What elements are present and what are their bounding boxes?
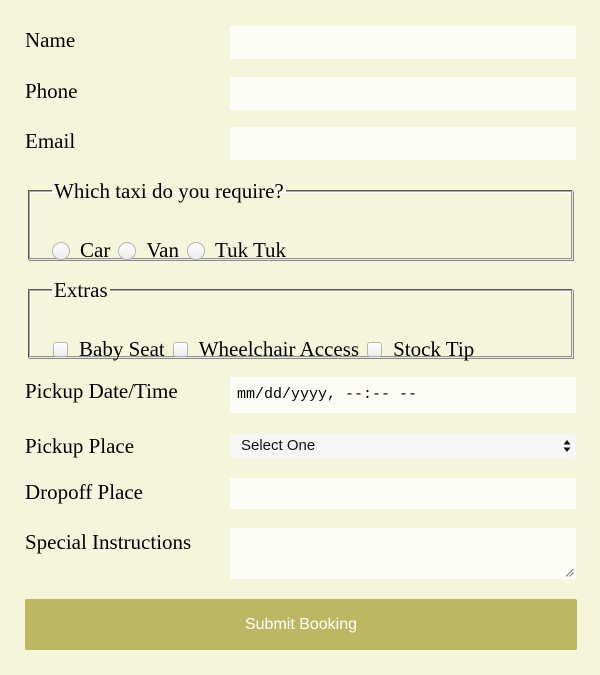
special-instructions-label: Special Instructions [25, 530, 192, 554]
extra-option-stock-tip[interactable]: Stock Tip [367, 337, 474, 362]
checkbox-wheelchair-access[interactable] [172, 342, 188, 357]
extra-option-wheelchair-access[interactable]: Wheelchair Access [172, 337, 360, 362]
taxi-option-tuk-tuk-label: Tuk Tuk [215, 238, 287, 262]
taxi-option-car-label: Car [80, 238, 111, 262]
radio-van[interactable] [118, 241, 137, 260]
name-label: Name [25, 28, 76, 52]
checkbox-baby-seat[interactable] [53, 342, 68, 357]
extras-options: Baby Seat Wheelchair Access Stock Tip [53, 337, 482, 362]
extras-legend: Extras [54, 278, 108, 302]
extras-fieldset: Extras Baby Seat Wheelchair Access Stock… [28, 278, 573, 361]
pickup-datetime-input[interactable]: mm/dd/yyyy, --:-- -- [230, 377, 576, 413]
pickup-place-selected-value: Select One [241, 437, 316, 454]
extra-option-wheelchair-access-label: Wheelchair Access [198, 337, 360, 361]
special-instructions-textarea[interactable] [230, 528, 576, 579]
select-arrows-icon [563, 440, 571, 452]
pickup-place-label: Pickup Place [25, 434, 135, 458]
taxi-option-van-label: Van [146, 238, 179, 262]
radio-tuk-tuk[interactable] [187, 241, 205, 260]
checkbox-stock-tip[interactable] [367, 342, 383, 357]
extra-option-baby-seat[interactable]: Baby Seat [53, 337, 165, 362]
taxi-option-tuk-tuk[interactable]: Tuk Tuk [187, 238, 286, 263]
taxi-type-options: Car Van Tuk Tuk [52, 238, 294, 263]
dropoff-place-label: Dropoff Place [25, 480, 143, 504]
taxi-option-van[interactable]: Van [118, 238, 179, 263]
resize-grip-icon[interactable] [565, 568, 574, 577]
name-input[interactable] [230, 26, 576, 59]
submit-booking-button[interactable]: Submit Booking [25, 599, 577, 650]
extra-option-baby-seat-label: Baby Seat [79, 337, 165, 361]
phone-input[interactable] [230, 77, 576, 110]
email-label: Email [25, 129, 76, 153]
extra-option-stock-tip-label: Stock Tip [393, 337, 475, 361]
taxi-booking-form: Name Phone Email Which taxi do you requi… [0, 0, 600, 675]
phone-label: Phone [25, 79, 78, 103]
taxi-type-legend: Which taxi do you require? [54, 179, 284, 203]
pickup-datetime-label: Pickup Date/Time [25, 379, 178, 403]
dropoff-place-input[interactable] [230, 478, 576, 509]
radio-car[interactable] [52, 241, 70, 260]
email-input[interactable] [230, 127, 576, 160]
pickup-place-select[interactable]: Select One [230, 434, 576, 458]
taxi-option-car[interactable]: Car [52, 238, 110, 263]
taxi-type-fieldset: Which taxi do you require? Car Van Tuk T… [28, 179, 573, 263]
